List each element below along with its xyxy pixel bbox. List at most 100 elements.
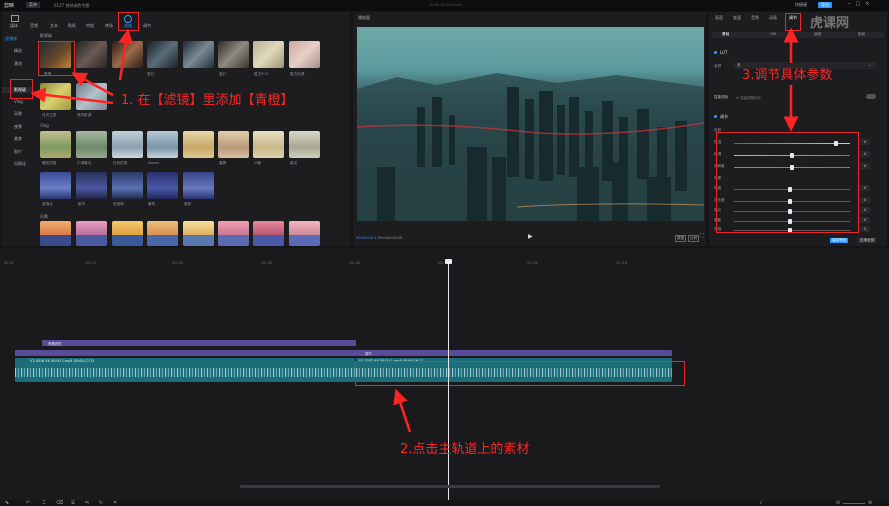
category-vlog[interactable]: Vlog [2, 99, 32, 104]
annotation-step1: 1. 在【滤镜】里添加【青橙】 [121, 93, 294, 108]
menu-button[interactable]: 菜单 [26, 2, 40, 8]
mirror-icon[interactable]: ⇋ [84, 501, 90, 506]
filter-thumb[interactable] [40, 83, 71, 110]
category-library[interactable]: ·滤镜库 [2, 36, 32, 42]
filter-thumb[interactable] [183, 221, 214, 246]
slider-value[interactable]: 0 [860, 163, 870, 169]
filter-thumb[interactable] [147, 131, 178, 158]
mic-icon[interactable]: ♪ [758, 501, 764, 506]
tab-sticker[interactable]: 贴纸 [68, 23, 76, 29]
filter-thumb[interactable] [147, 41, 178, 68]
filter-thumb[interactable] [76, 41, 107, 68]
subtab-wheel[interactable]: 色轮 [858, 32, 865, 37]
slider-value[interactable]: 0 [860, 207, 870, 213]
timeline-scrollbar[interactable] [240, 485, 660, 488]
fullscreen-icon[interactable]: ⛶ [700, 233, 704, 239]
filter-thumb[interactable] [40, 221, 71, 246]
quality-selector[interactable]: 原图 [675, 235, 687, 242]
category-featured[interactable]: 精选 [2, 48, 32, 54]
tab-media[interactable]: 媒体 [10, 23, 18, 29]
delete-icon[interactable]: ⌫ [56, 501, 63, 506]
filter-thumb[interactable] [76, 131, 107, 158]
filter-thumb[interactable] [218, 221, 249, 246]
filter-label: 复古色调 [290, 72, 305, 76]
filter-thumb[interactable] [40, 131, 71, 158]
category-scenery[interactable]: 风景 [2, 111, 32, 117]
slider-value[interactable]: 0 [860, 217, 870, 223]
category-stylized[interactable]: 风格化 [2, 161, 32, 167]
filter-thumb[interactable] [76, 83, 107, 110]
category-trendy[interactable]: 潮流 [2, 61, 32, 67]
crop-icon[interactable]: ⌗ [112, 501, 118, 506]
filter-thumb[interactable] [112, 172, 143, 199]
adjust-track-clip[interactable]: 调节 [15, 350, 672, 356]
adjust-checkbox[interactable] [714, 115, 717, 118]
zoom-in-icon[interactable]: ⊕ [867, 501, 873, 506]
inspector-tab-speed[interactable]: 变速 [733, 15, 741, 21]
filter-thumb[interactable] [289, 41, 320, 68]
slider-value[interactable]: 0 [860, 139, 870, 145]
zoom-slider[interactable] [843, 503, 865, 504]
slider-value[interactable]: 0 [860, 185, 870, 191]
main-track-clip-1[interactable]: V1-0016 4K 00:00 1.mp4 00:00:17:23 [15, 358, 355, 382]
filter-thumb[interactable] [289, 221, 320, 246]
tab-text[interactable]: 文本 [50, 23, 58, 29]
play-button[interactable]: ▶ [528, 233, 533, 240]
tab-adjust[interactable]: 调节 [143, 23, 151, 29]
filter-thumb[interactable] [112, 41, 143, 68]
inspector-tab-audio[interactable]: 音频 [751, 15, 759, 21]
filter-thumb[interactable] [147, 172, 178, 199]
rotate-icon[interactable]: ↻ [98, 501, 104, 506]
subtab-curve[interactable]: 曲线 [814, 32, 821, 37]
select-tool-icon[interactable]: ⬉ [4, 501, 10, 506]
window-controls[interactable]: –□× [848, 1, 874, 7]
filter-thumb[interactable] [76, 172, 107, 199]
ruler-tick: |00:20 [172, 261, 183, 265]
inspector-tab-animation[interactable]: 动画 [769, 15, 777, 21]
category-film[interactable]: 胶片 [2, 149, 32, 155]
filter-thumb[interactable] [218, 41, 249, 68]
filter-thumb[interactable] [183, 41, 214, 68]
subtab-hsl[interactable]: HSL [770, 32, 777, 36]
filter-label: 复古PCS [254, 72, 269, 76]
slider-value[interactable]: 0 [860, 151, 870, 157]
filter-thumb[interactable] [253, 131, 284, 158]
slider-value[interactable]: 0 [860, 226, 870, 232]
ratio-selector[interactable]: 比例 [688, 235, 700, 242]
playhead-handle[interactable] [445, 259, 452, 264]
filter-track-clip[interactable]: 青橙滤镜 [42, 340, 356, 346]
category-food[interactable]: 美食 [2, 136, 32, 142]
shortcut-button[interactable]: 快捷键 [795, 2, 807, 8]
filter-thumb[interactable] [218, 131, 249, 158]
playhead[interactable] [448, 261, 449, 500]
filter-thumb[interactable] [183, 131, 214, 158]
filter-label: 柔和 [184, 202, 192, 206]
filter-thumb[interactable] [76, 221, 107, 246]
tab-transition[interactable]: 转场 [105, 23, 113, 29]
filter-thumb[interactable] [289, 131, 320, 158]
export-button[interactable]: 导出 [818, 1, 832, 8]
watermark: 虎课网 [810, 16, 850, 31]
filter-thumb[interactable] [40, 172, 71, 199]
lut-checkbox[interactable] [714, 51, 717, 54]
filter-thumb[interactable] [147, 221, 178, 246]
undo-icon[interactable]: ↶ [25, 501, 31, 506]
split-icon[interactable]: ⌶ [41, 501, 47, 506]
zoom-out-icon[interactable]: ⊖ [835, 501, 841, 506]
category-night[interactable]: 夜景 [2, 124, 32, 130]
smart-color-toggle[interactable] [866, 94, 876, 99]
apply-all-button[interactable]: 应用全部 [858, 238, 877, 243]
filter-thumb[interactable] [183, 172, 214, 199]
inspector-tab-picture[interactable]: 画面 [715, 15, 723, 21]
freeze-icon[interactable]: ⌸ [70, 501, 76, 506]
tab-audio[interactable]: 音频 [30, 23, 38, 29]
save-preset-button[interactable]: 保存预设 [830, 238, 849, 243]
slider-value[interactable]: 0 [860, 197, 870, 203]
filter-thumb[interactable] [253, 221, 284, 246]
tab-effects[interactable]: 特效 [86, 23, 94, 29]
ruler-tick: |00:40 [349, 261, 360, 265]
filter-thumb[interactable] [253, 41, 284, 68]
filter-thumb[interactable] [112, 131, 143, 158]
subtab-basic[interactable]: 基础 [722, 32, 729, 37]
filter-thumb[interactable] [112, 221, 143, 246]
